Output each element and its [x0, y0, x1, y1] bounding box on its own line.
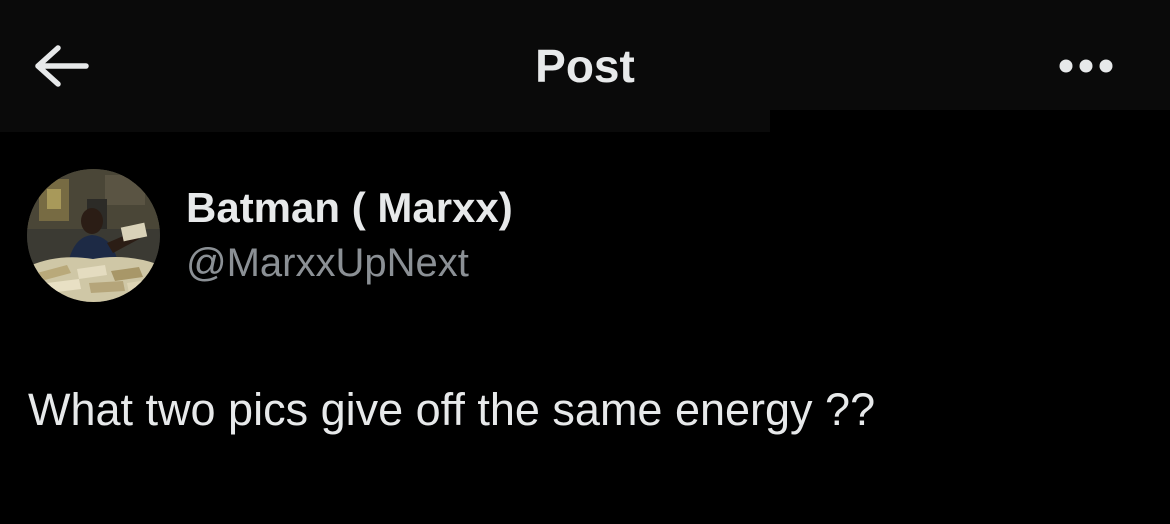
author-display-name[interactable]: Batman ( Marxx) — [186, 183, 513, 233]
more-options-button[interactable] — [1050, 46, 1130, 86]
avatar[interactable] — [27, 169, 160, 302]
top-navigation-bar: Post — [0, 0, 1170, 132]
author-handle[interactable]: @MarxxUpNext — [186, 238, 469, 288]
header-background — [0, 0, 770, 132]
back-button[interactable] — [22, 36, 102, 96]
arrow-left-icon — [35, 45, 89, 87]
post-text: What two pics give off the same energy ?… — [28, 384, 876, 435]
more-horizontal-icon — [1059, 59, 1113, 73]
avatar-photo — [27, 169, 160, 302]
